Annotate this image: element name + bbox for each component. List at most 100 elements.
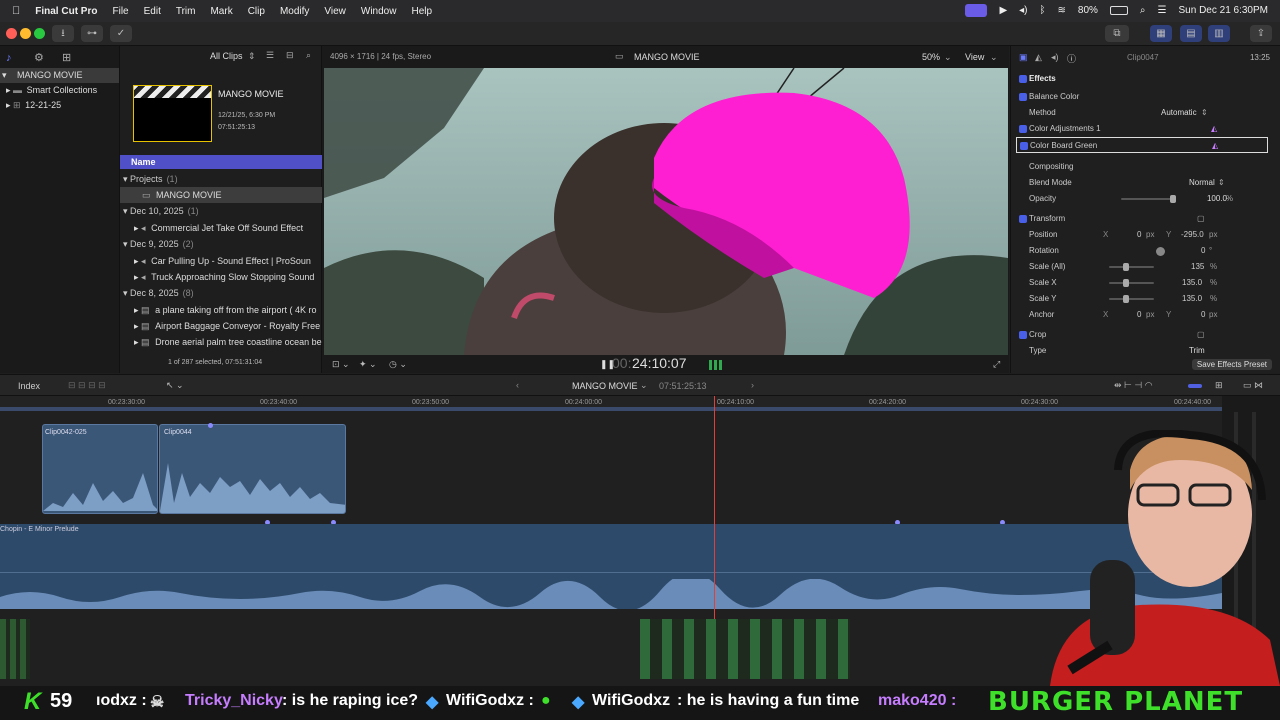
list-item[interactable]: ▸ ◂ Truck Approaching Slow Stopping Soun… <box>120 269 322 285</box>
color-wheel-icon[interactable]: ◭ <box>1211 121 1217 137</box>
sidebar-item-event[interactable]: ▸ ⊞ 12-21-25 <box>0 98 119 113</box>
project-thumbnail[interactable] <box>133 85 212 142</box>
filter-dropdown[interactable]: All Clips <box>210 51 243 61</box>
timecode-display[interactable]: 24:10:07 <box>632 355 687 371</box>
layout-browser-button[interactable]: ▦ <box>1150 25 1172 42</box>
view-dropdown[interactable]: View <box>965 52 984 62</box>
history-back-icon[interactable]: ‹ <box>516 380 519 390</box>
rotation-dial[interactable] <box>1156 247 1165 256</box>
menu-modify[interactable]: Modify <box>280 6 309 17</box>
anchor-x[interactable]: 0 <box>1137 307 1141 323</box>
crop-checkbox[interactable] <box>1019 331 1027 339</box>
menu-mark[interactable]: Mark <box>210 6 232 17</box>
crop-overlay-icon[interactable]: ▢ <box>1197 327 1205 343</box>
position-x[interactable]: 0 <box>1137 227 1141 243</box>
chevron-updown-icon[interactable]: ⇕ <box>1201 105 1208 121</box>
app-menu[interactable]: Final Cut Pro <box>35 6 97 17</box>
slider-knob[interactable] <box>1123 279 1129 287</box>
history-forward-icon[interactable]: › <box>751 380 754 390</box>
menu-view[interactable]: View <box>324 6 346 17</box>
close-button[interactable] <box>6 28 17 39</box>
balance-color-row[interactable]: Balance Color <box>1011 89 1280 105</box>
list-view-icon[interactable]: ☰ <box>266 50 274 61</box>
sidebar-library[interactable]: ▾ MANGO MOVIE <box>0 68 119 83</box>
transform-checkbox[interactable] <box>1019 215 1027 223</box>
video-frame[interactable] <box>324 68 1008 355</box>
disclosure-icon[interactable]: ▾ <box>123 288 128 298</box>
group-projects[interactable]: ▾ Projects (1) <box>120 171 322 187</box>
disclosure-icon[interactable]: ▸ <box>134 256 139 266</box>
scale-y-slider[interactable] <box>1109 295 1154 303</box>
menu-help[interactable]: Help <box>411 6 432 17</box>
speed-tool-icon[interactable]: ◷ ⌄ <box>389 359 407 370</box>
color-adjustments-checkbox[interactable] <box>1019 125 1027 133</box>
clip-appearance-icon[interactable]: ⊟ <box>286 50 294 61</box>
index-button[interactable]: Index <box>18 381 40 391</box>
disclosure-icon[interactable]: ▾ <box>123 174 128 184</box>
search-icon[interactable]: ⌕ <box>306 50 311 61</box>
name-column-header[interactable]: Name <box>120 155 322 169</box>
photos-icon[interactable]: ⚙ <box>34 51 44 64</box>
keyword-button[interactable]: ⊶ <box>81 25 103 42</box>
select-tool-icon[interactable]: ↖ ⌄ <box>166 380 184 391</box>
balance-color-checkbox[interactable] <box>1019 93 1027 101</box>
color-inspector-icon[interactable]: ◭ <box>1035 52 1042 63</box>
edit-tools-icon[interactable]: ⊟ ⊟ ⊟ ⊟ <box>68 380 106 391</box>
timeline-project-name[interactable]: MANGO MOVIE <box>572 381 638 391</box>
color-wheel-icon[interactable]: ◭ <box>1212 138 1218 154</box>
save-effects-preset-button[interactable]: Save Effects Preset <box>1191 359 1272 370</box>
crop-row[interactable]: Crop ▢ <box>1011 327 1280 343</box>
timeline-ruler[interactable]: 00:23:30:00 00:23:40:00 00:23:50:00 00:2… <box>0 396 1222 411</box>
menu-file[interactable]: File <box>112 6 128 17</box>
disclosure-icon[interactable]: ▸ <box>6 100 11 110</box>
layout-icon[interactable]: ▭ ⋈ <box>1243 380 1263 391</box>
transform-tool-icon[interactable]: ⊡ ⌄ <box>332 359 350 370</box>
menu-window[interactable]: Window <box>361 6 397 17</box>
bluetooth-icon[interactable]: ᛒ <box>1040 5 1046 16</box>
layout-timeline-button[interactable]: ▤ <box>1180 25 1202 42</box>
opacity-value[interactable]: 100.0 <box>1207 191 1227 207</box>
method-dropdown[interactable]: Automatic <box>1161 105 1197 121</box>
disclosure-icon[interactable]: ▾ <box>123 239 128 249</box>
keyframe-marker[interactable] <box>208 423 213 428</box>
control-center-icon[interactable]: ☰ <box>1158 5 1167 16</box>
status-icon[interactable] <box>965 4 988 17</box>
compositing-row[interactable]: Compositing <box>1011 159 1280 175</box>
scale-all-value[interactable]: 135 <box>1191 259 1204 275</box>
group-dec9[interactable]: ▾ Dec 9, 2025 (2) <box>120 236 322 252</box>
timeline-controls-icon[interactable]: ⇹ ⊢ ⊣ ◠ <box>1114 380 1153 391</box>
opacity-knob[interactable] <box>1170 195 1176 203</box>
blend-mode-dropdown[interactable]: Normal <box>1189 175 1215 191</box>
position-y[interactable]: -295.0 <box>1181 227 1204 243</box>
list-item[interactable]: ▸ ◂ Commercial Jet Take Off Sound Effect <box>120 220 322 236</box>
effects-row[interactable]: Effects <box>1011 71 1280 87</box>
library-icon[interactable]: ♪ <box>6 52 12 64</box>
chevron-down-icon[interactable]: ⌄ <box>640 380 648 391</box>
type-dropdown[interactable]: Trim <box>1189 343 1205 355</box>
rotation-value[interactable]: 0 <box>1201 243 1205 259</box>
color-board-row[interactable]: Color Board Green ◭ <box>1016 137 1268 153</box>
transform-overlay-icon[interactable]: ▢ <box>1197 211 1205 227</box>
zoom-button[interactable] <box>34 28 45 39</box>
enhance-tool-icon[interactable]: ✦ ⌄ <box>359 359 377 370</box>
menu-trim[interactable]: Trim <box>176 6 196 17</box>
search-icon[interactable]: ⌕ <box>1140 5 1146 16</box>
list-item[interactable]: ▸ ◂ Car Pulling Up - Sound Effect | ProS… <box>120 253 322 269</box>
scale-x-slider[interactable] <box>1109 279 1154 287</box>
slider-knob[interactable] <box>1123 263 1129 271</box>
import-button[interactable]: ⭳ <box>52 25 74 42</box>
play-icon[interactable]: ▶ <box>999 5 1007 16</box>
share-menu-button[interactable]: ⧉ <box>1105 25 1129 42</box>
group-dec10[interactable]: ▾ Dec 10, 2025 (1) <box>120 203 322 219</box>
color-board-checkbox[interactable] <box>1020 142 1028 150</box>
disclosure-icon[interactable]: ▸ <box>134 223 139 233</box>
chevron-down-icon[interactable]: ⌄ <box>944 52 952 63</box>
scale-all-slider[interactable] <box>1109 263 1154 271</box>
fullscreen-icon[interactable]: ⤢ <box>993 359 1000 370</box>
list-item[interactable]: ▸ ▤ Airport Baggage Conveyor - Royalty F… <box>120 318 322 334</box>
opacity-slider[interactable] <box>1121 195 1176 203</box>
background-tasks-button[interactable]: ✓ <box>110 25 132 42</box>
chevron-down-icon[interactable]: ⌄ <box>990 52 998 63</box>
disclosure-icon[interactable]: ▸ <box>134 337 139 347</box>
slider-knob[interactable] <box>1123 295 1129 303</box>
